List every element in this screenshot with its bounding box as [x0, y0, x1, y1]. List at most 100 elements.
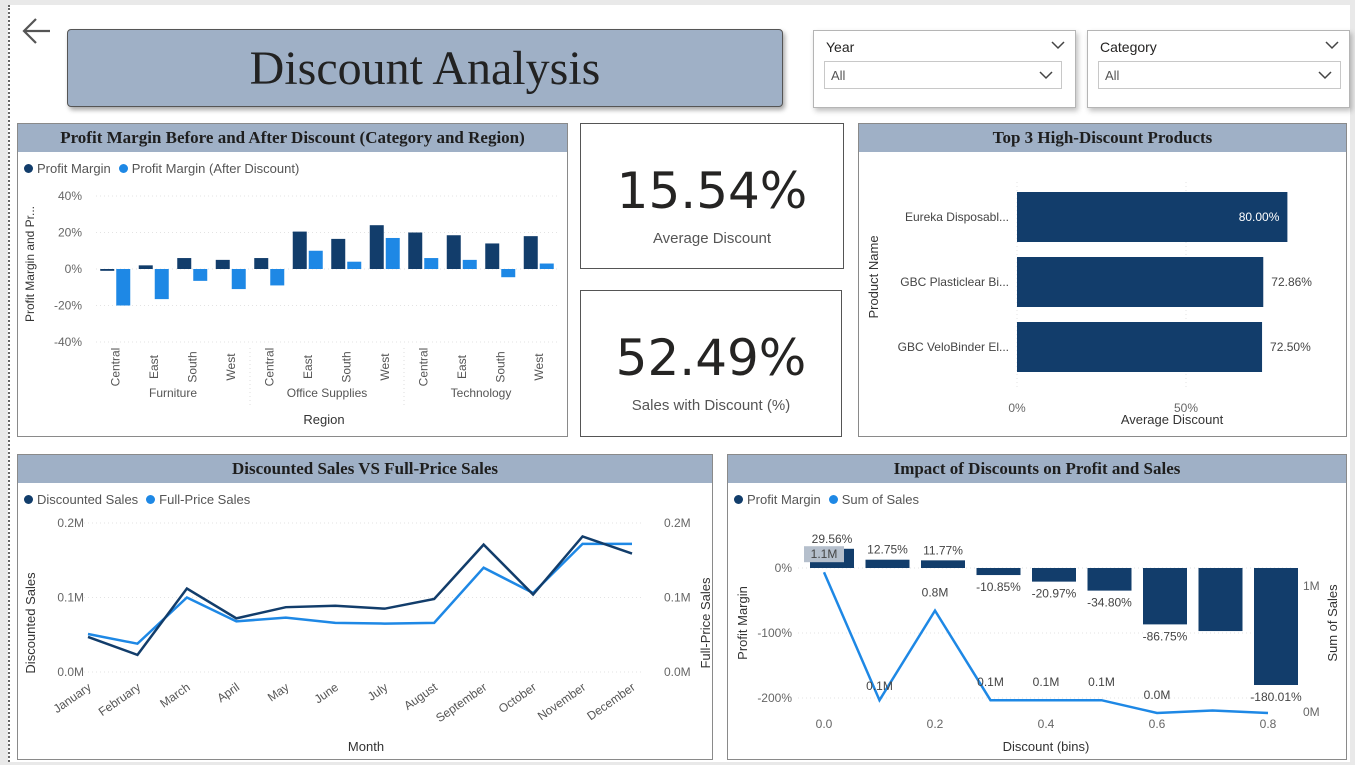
y-tick-label: -20% — [54, 299, 82, 313]
y-tick-label: Eureka Disposabl... — [905, 210, 1009, 224]
category-dropdown[interactable]: All — [1098, 61, 1341, 89]
y2-tick-label: 0.1M — [664, 591, 691, 605]
chevron-down-icon[interactable] — [1318, 71, 1332, 80]
kpi-value: 52.49% — [615, 329, 807, 387]
x-tick-label: October — [496, 680, 539, 716]
x-tick-label: March — [157, 680, 192, 711]
y-tick-label: -100% — [757, 626, 792, 640]
bar — [231, 269, 246, 290]
bar — [485, 243, 500, 269]
x-tick-label: June — [312, 680, 342, 707]
bar — [177, 258, 192, 269]
impact-chart: Profit Margin Sum of Sales Discount (bin… — [735, 532, 1340, 754]
back-arrow-icon[interactable] — [20, 13, 56, 49]
sales-lines-y2-label: Full-Price Sales — [698, 577, 712, 669]
year-slicer-label: Year — [826, 39, 855, 55]
profit-margin-title: Profit Margin Before and After Discount … — [18, 124, 567, 152]
y-tick-label: 0.0M — [57, 665, 84, 679]
y2-tick-label: 0.2M — [664, 516, 691, 530]
bar — [539, 263, 554, 269]
category-slicer[interactable]: Category All — [1087, 30, 1350, 108]
impact-y-label: Profit Margin — [735, 586, 750, 660]
bar — [1087, 568, 1132, 591]
impact-x-label: Discount (bins) — [1003, 739, 1090, 754]
profit-margin-x-label: Region — [303, 412, 344, 427]
y-tick-label: 0.1M — [57, 591, 84, 605]
sales-lines-title: Discounted Sales VS Full-Price Sales — [18, 455, 712, 483]
sales-lines-chart: Discounted Sales Full-Price Sales Month … — [23, 516, 712, 754]
bar — [1032, 568, 1076, 582]
y-tick-label: 40% — [58, 189, 82, 203]
x-tick-label: South — [493, 351, 507, 382]
category-selected-value: All — [1105, 68, 1120, 83]
bar — [1198, 568, 1243, 632]
profit-margin-chart: Profit Margin and Pr... Region 40% 20% 0% -… — [23, 189, 558, 427]
bar — [215, 259, 230, 269]
bar — [1017, 322, 1263, 372]
bar — [523, 236, 538, 269]
group-label: Furniture — [149, 386, 197, 400]
year-slicer[interactable]: Year All — [813, 30, 1076, 108]
full-price-sales-line — [87, 542, 632, 646]
top-products-x-label: Average Discount — [1121, 412, 1224, 427]
page-title: Discount Analysis — [249, 41, 601, 95]
bar — [116, 269, 131, 306]
data-label: 12.75% — [867, 543, 908, 557]
y-tick-label: GBC Plasticlear Bi... — [900, 275, 1009, 289]
x-tick-label: December — [584, 680, 637, 723]
y-tick-label: -200% — [757, 691, 792, 705]
bar — [193, 269, 208, 281]
kpi-sales-with-discount: 52.49% Sales with Discount (%) — [580, 290, 842, 437]
bar — [347, 261, 362, 269]
y-tick-label: 0% — [65, 262, 83, 276]
y-tick-label: GBC VeloBinder El... — [898, 340, 1009, 354]
bar — [462, 259, 477, 269]
chevron-down-icon[interactable] — [1325, 41, 1339, 50]
y-tick-label: 0.2M — [57, 516, 84, 530]
data-label: 0.1M — [977, 675, 1004, 689]
x-tick-label: Central — [262, 348, 276, 387]
x-tick-label: East — [147, 354, 161, 379]
bar — [292, 231, 307, 269]
data-label: 80.00% — [1239, 210, 1280, 224]
x-tick-label: 0.0 — [816, 717, 833, 731]
data-label: 72.86% — [1271, 275, 1312, 289]
year-dropdown[interactable]: All — [824, 61, 1062, 89]
bar — [308, 250, 323, 269]
data-label: -34.80% — [1087, 596, 1132, 610]
x-tick-label: July — [365, 680, 391, 704]
top-products-chart: Product Name Average Discount 0% 50% Eurek… — [866, 182, 1312, 427]
sales-lines-y-label: Discounted Sales — [23, 572, 38, 674]
data-label: 0.1M — [1088, 675, 1115, 689]
bar — [385, 237, 400, 269]
y2-tick-label: 0.0M — [664, 665, 691, 679]
x-tick-label: 0.2 — [927, 717, 944, 731]
chevron-down-icon[interactable] — [1039, 71, 1053, 80]
kpi-value: 15.54% — [616, 162, 808, 220]
kpi-average-discount: 15.54% Average Discount — [580, 123, 844, 269]
top-products-title: Top 3 High-Discount Products — [859, 124, 1346, 152]
x-tick-label: August — [401, 680, 440, 713]
kpi-label: Sales with Discount (%) — [631, 397, 791, 414]
x-tick-label: South — [185, 351, 199, 382]
chevron-down-icon[interactable] — [1051, 41, 1065, 50]
data-label: -20.97% — [1032, 587, 1077, 601]
data-label: 0.0M — [1144, 688, 1171, 702]
y-tick-label: -40% — [54, 335, 82, 349]
report-canvas: Discount Analysis Year All Category All … — [8, 5, 1350, 762]
data-label: 72.50% — [1270, 340, 1311, 354]
x-tick-label: 0.8 — [1260, 717, 1277, 731]
year-selected-value: All — [831, 68, 846, 83]
group-label: Office Supplies — [287, 386, 368, 400]
y-tick-label: 0% — [775, 561, 793, 575]
bar — [154, 269, 169, 300]
x-tick-label: February — [96, 680, 143, 719]
bar — [138, 265, 153, 269]
x-tick-label: Central — [108, 348, 122, 387]
x-tick-label: April — [214, 680, 242, 705]
data-label: 0.8M — [922, 586, 949, 600]
data-label: 0.1M — [1033, 675, 1060, 689]
bar — [369, 225, 384, 269]
y-tick-label: 20% — [58, 226, 82, 240]
bar — [100, 269, 115, 271]
